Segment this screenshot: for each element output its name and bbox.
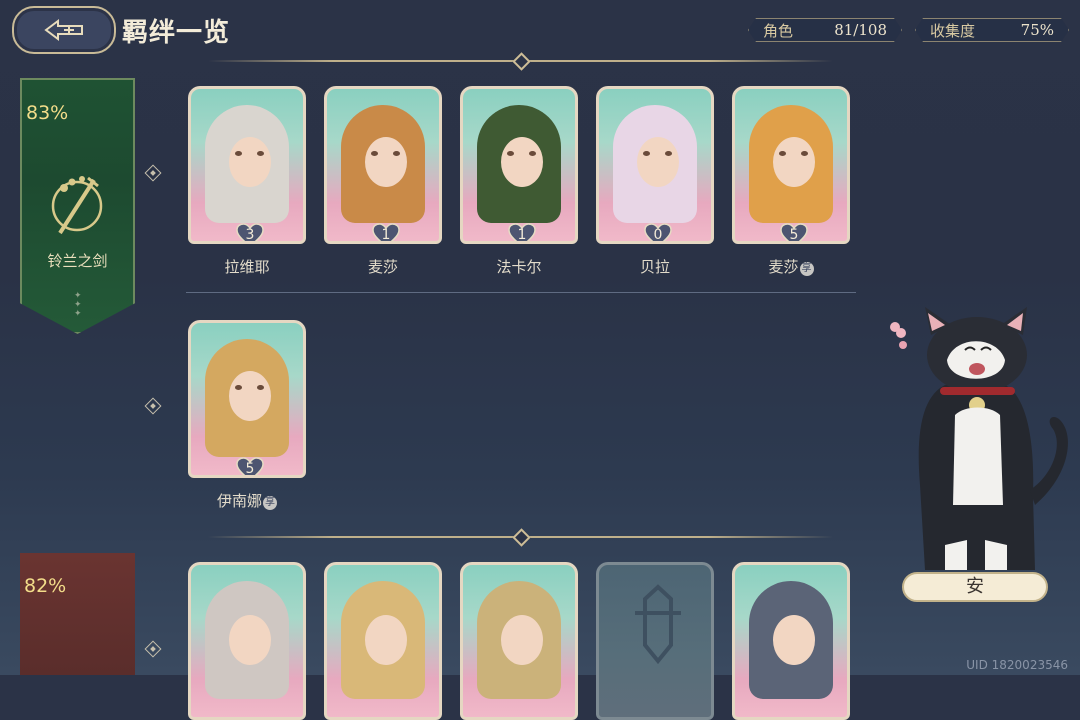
- stat-value: 81/108: [834, 21, 887, 39]
- eye: [529, 151, 536, 156]
- eye: [371, 151, 378, 156]
- top-bar: 羁绊一览 角色 81/108 收集度 75%: [0, 0, 1080, 60]
- card-frame: 1: [460, 86, 578, 244]
- card-frame: 0: [596, 86, 714, 244]
- character-name-row: 法卡尔: [460, 256, 578, 277]
- bond-level: 1: [381, 227, 391, 243]
- bond-level-badge: 5: [236, 457, 264, 477]
- bond-level-badge: 0: [644, 223, 672, 243]
- character-card[interactable]: [324, 562, 442, 720]
- card-frame: 3: [188, 86, 306, 244]
- eye: [643, 151, 650, 156]
- card-frame: 5: [188, 320, 306, 478]
- shared-mark-icon: 享: [799, 262, 814, 276]
- group-banner-lily-sword[interactable]: 83% 铃兰之剑 ✦ ✦ ✦: [20, 78, 135, 334]
- stat-value: 75%: [1020, 21, 1054, 39]
- character-face: [365, 137, 407, 187]
- row-separator: [186, 292, 856, 293]
- character-name: 贝拉: [639, 258, 670, 276]
- companion-name[interactable]: 安: [902, 572, 1048, 602]
- character-face: [773, 137, 815, 187]
- eye: [257, 151, 264, 156]
- character-face: [637, 137, 679, 187]
- bond-level: 1: [517, 227, 527, 243]
- character-name-row: 贝拉: [596, 256, 714, 277]
- character-name: 伊南娜: [216, 492, 262, 510]
- group-percent: 82%: [24, 575, 67, 597]
- eye: [393, 151, 400, 156]
- shared-mark-icon: 享: [263, 496, 277, 510]
- stat-label: 收集度: [930, 21, 976, 40]
- bond-level: 0: [653, 227, 663, 243]
- bond-level-badge: 5: [780, 223, 808, 243]
- character-card[interactable]: 5 伊南娜享: [188, 320, 306, 511]
- character-name-row: 麦莎: [324, 256, 442, 277]
- back-arrow-icon: [44, 19, 83, 41]
- group-banner-2[interactable]: 82%: [20, 553, 135, 675]
- group-percent: 83%: [26, 102, 69, 124]
- character-card[interactable]: 0 贝拉: [596, 86, 714, 277]
- sword-emblem-icon: [51, 176, 103, 235]
- eye: [665, 151, 672, 156]
- crest-placeholder-icon: [635, 584, 681, 665]
- eye: [507, 151, 514, 156]
- group-name: 铃兰之剑: [47, 252, 108, 270]
- character-card-locked[interactable]: [596, 562, 714, 720]
- character-name-row: 伊南娜享: [188, 490, 306, 511]
- character-card[interactable]: [460, 562, 578, 720]
- character-name: 法卡尔: [496, 258, 542, 276]
- eye: [779, 151, 786, 156]
- character-face: [229, 137, 271, 187]
- character-card[interactable]: 5 麦莎享: [732, 86, 850, 277]
- divider-diamond-icon: [512, 528, 531, 547]
- banner-ornament-icon: ✦ ✦ ✦: [74, 291, 82, 319]
- bond-level: 5: [245, 461, 255, 477]
- character-name: 拉维耶: [224, 258, 270, 276]
- row-marker-icon: [144, 397, 162, 415]
- character-face: [229, 371, 271, 421]
- character-count-stat: 角色 81/108: [748, 18, 902, 42]
- eye: [801, 151, 808, 156]
- user-id: UID 1820023546: [966, 658, 1068, 672]
- bond-level-badge: 1: [372, 223, 400, 243]
- character-card[interactable]: [732, 562, 850, 720]
- back-button[interactable]: [12, 6, 116, 54]
- bond-level: 5: [789, 227, 799, 243]
- collection-stat: 收集度 75%: [915, 18, 1069, 42]
- eye: [235, 151, 242, 156]
- character-name-row: 拉维耶: [188, 256, 306, 277]
- character-card[interactable]: 3 拉维耶: [188, 86, 306, 277]
- bond-level-badge: 1: [508, 223, 536, 243]
- eye: [257, 385, 264, 390]
- eye: [235, 385, 242, 390]
- character-name: 麦莎: [768, 258, 799, 276]
- row-marker-icon: [144, 164, 162, 182]
- character-name: 麦莎: [367, 258, 398, 276]
- stat-label: 角色: [763, 21, 794, 40]
- card-frame: 5: [732, 86, 850, 244]
- card-frame: 1: [324, 86, 442, 244]
- cat-companion[interactable]: [885, 305, 1080, 580]
- character-card[interactable]: 1 麦莎: [324, 86, 442, 277]
- bond-level: 3: [245, 227, 255, 243]
- character-card[interactable]: [188, 562, 306, 720]
- page-title: 羁绊一览: [122, 18, 231, 48]
- flower-icon: [890, 322, 907, 349]
- character-card[interactable]: 1 法卡尔: [460, 86, 578, 277]
- character-face: [501, 137, 543, 187]
- character-name-row: 麦莎享: [732, 256, 850, 277]
- bond-level-badge: 3: [236, 223, 264, 243]
- row-marker-icon: [144, 640, 162, 658]
